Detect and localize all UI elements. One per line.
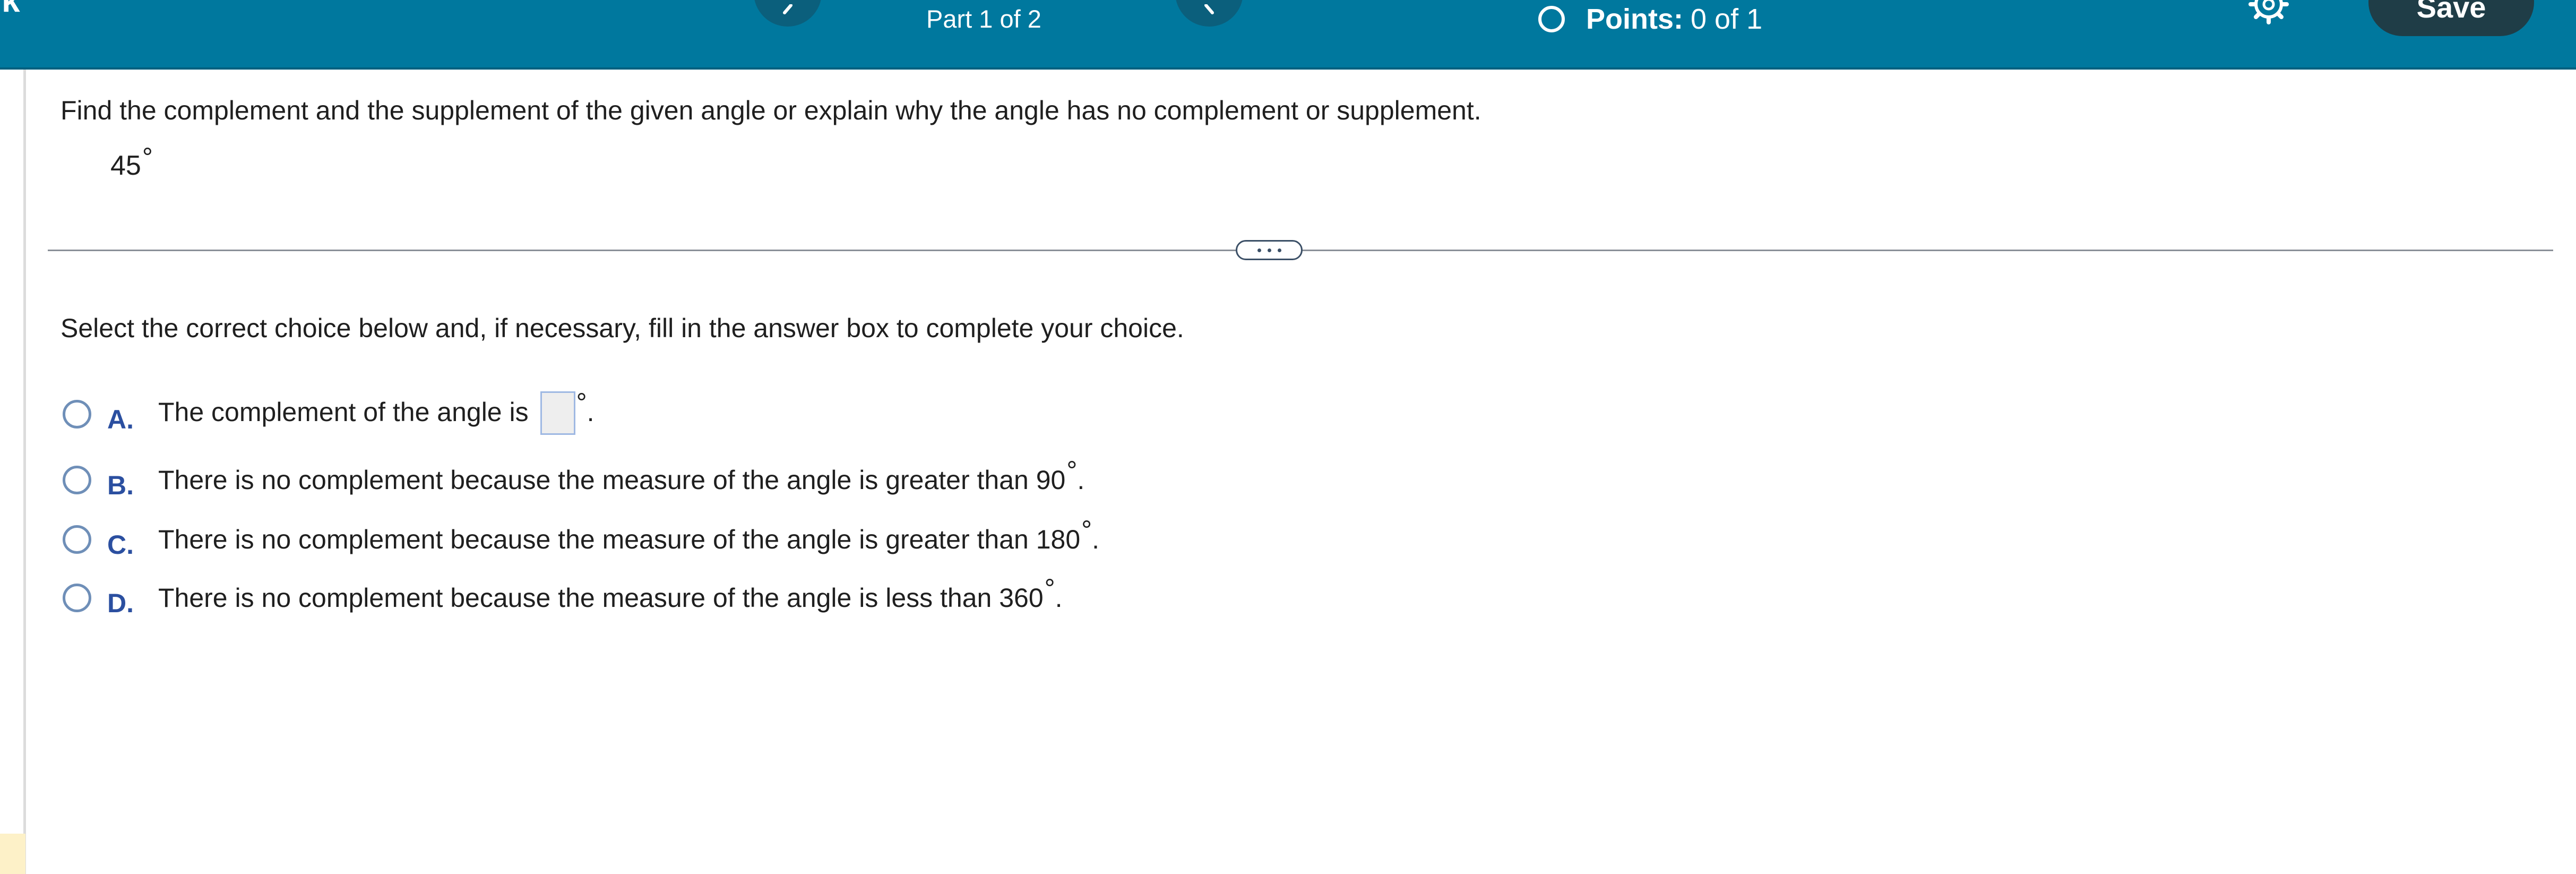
angle-value: 45 bbox=[110, 150, 141, 181]
previous-part-button[interactable] bbox=[754, 0, 822, 27]
dot-icon bbox=[1257, 248, 1261, 252]
answer-instruction: Select the correct choice below and, if … bbox=[61, 313, 1184, 343]
settings-button[interactable] bbox=[2247, 0, 2290, 28]
given-angle: 45° bbox=[110, 142, 153, 183]
choice-c-radio[interactable] bbox=[63, 525, 91, 554]
choice-suffix: . bbox=[587, 397, 595, 427]
degree-symbol: ° bbox=[1044, 573, 1055, 603]
choice-letter: C. bbox=[107, 530, 134, 560]
degree-symbol: ° bbox=[142, 142, 153, 172]
choice-text: There is no complement because the measu… bbox=[158, 573, 1063, 613]
points-label: Points: bbox=[1586, 3, 1683, 35]
choice-text: There is no complement because the measu… bbox=[158, 456, 1085, 495]
choice-suffix: . bbox=[1055, 583, 1063, 613]
choice-a-text: The complement of the angle is bbox=[158, 397, 529, 427]
question-prompt: Find the complement and the supplement o… bbox=[61, 96, 1481, 125]
save-button[interactable]: Save bbox=[2368, 0, 2534, 36]
dot-icon bbox=[1277, 248, 1281, 252]
choice-b-text: There is no complement because the measu… bbox=[158, 465, 1066, 495]
choice-d[interactable]: D. There is no complement because the me… bbox=[63, 573, 1063, 618]
choice-c-text: There is no complement because the measu… bbox=[158, 525, 1081, 554]
choice-b[interactable]: B. There is no complement because the me… bbox=[63, 456, 1085, 500]
gear-icon bbox=[2248, 0, 2289, 24]
left-panel-edge bbox=[23, 70, 26, 874]
choice-suffix: . bbox=[1092, 525, 1100, 554]
choice-b-radio[interactable] bbox=[63, 466, 91, 494]
choice-letter: A. bbox=[107, 405, 134, 434]
choice-d-radio[interactable] bbox=[63, 584, 91, 612]
part-indicator: Part 1 of 2 bbox=[926, 5, 1041, 33]
choice-letter: D. bbox=[107, 588, 134, 618]
choice-text: There is no complement because the measu… bbox=[158, 515, 1100, 555]
choice-letter: B. bbox=[107, 470, 134, 500]
choice-a[interactable]: A. The complement of the angle is °. bbox=[63, 388, 595, 436]
header-bar: rk Part 1 of 2 Points: 0 of 1 bbox=[0, 0, 2576, 70]
dot-icon bbox=[1267, 248, 1271, 252]
degree-symbol: ° bbox=[576, 388, 587, 418]
choice-d-text: There is no complement because the measu… bbox=[158, 583, 1044, 613]
circle-status-icon bbox=[1538, 6, 1565, 32]
expand-more-button[interactable] bbox=[1236, 240, 1303, 260]
complement-answer-input[interactable] bbox=[540, 391, 575, 435]
left-panel-accent bbox=[0, 834, 25, 874]
choice-c[interactable]: C. There is no complement because the me… bbox=[63, 515, 1100, 560]
choice-text: The complement of the angle is °. bbox=[158, 388, 595, 436]
choice-suffix: . bbox=[1077, 465, 1085, 495]
degree-symbol: ° bbox=[1066, 456, 1078, 485]
degree-symbol: ° bbox=[1081, 515, 1092, 545]
choice-a-radio[interactable] bbox=[63, 400, 91, 429]
chevron-left-icon bbox=[783, 4, 792, 14]
brand-logo-text: rk bbox=[0, 0, 21, 19]
chevron-right-icon bbox=[1204, 4, 1214, 14]
points-value: 0 of 1 bbox=[1691, 3, 1763, 35]
points-status: Points: 0 of 1 bbox=[1538, 2, 1762, 36]
next-part-button[interactable] bbox=[1175, 0, 1243, 27]
